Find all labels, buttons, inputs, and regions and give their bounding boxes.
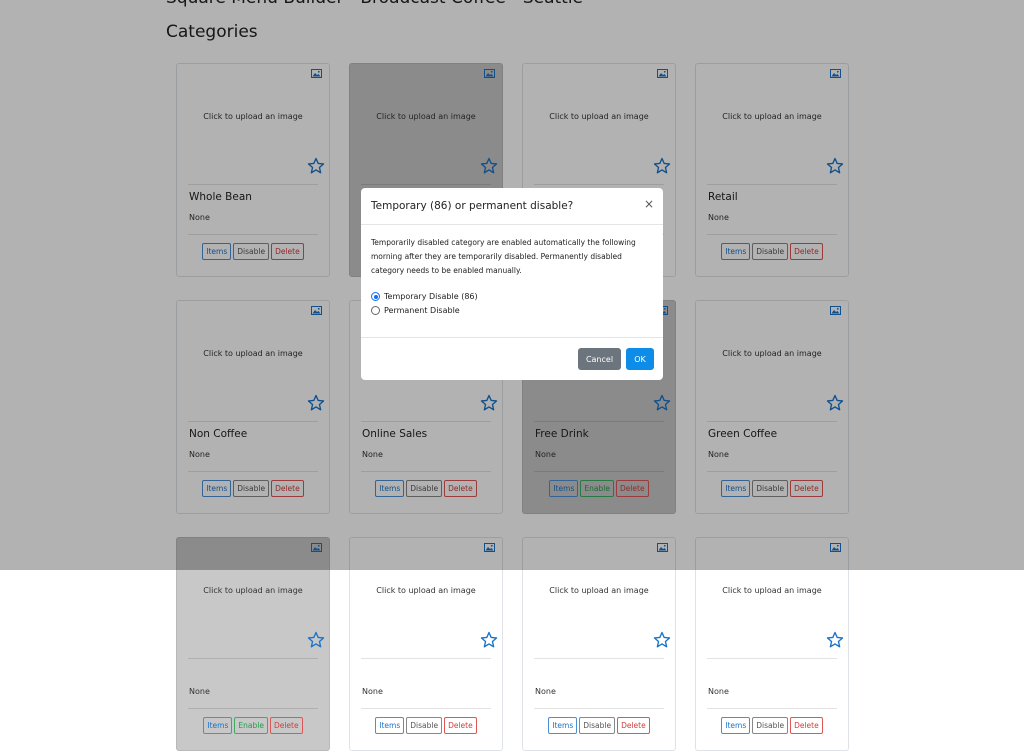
items-button[interactable]: Items [548, 717, 578, 734]
disable-button[interactable]: Disable [579, 717, 616, 734]
card-divider [707, 708, 837, 709]
card-actions: ItemsDisableDelete [350, 717, 502, 734]
enable-button[interactable]: Enable [234, 717, 268, 734]
upload-image-area[interactable]: Click to upload an image [523, 586, 675, 595]
radio-permanent[interactable] [371, 306, 380, 315]
card-divider [188, 658, 318, 659]
dialog-footer-divider [361, 337, 663, 338]
radio-temporary[interactable] [371, 292, 380, 301]
card-divider [707, 658, 837, 659]
delete-button[interactable]: Delete [444, 717, 477, 734]
card-divider [534, 658, 664, 659]
delete-button[interactable]: Delete [269, 717, 303, 734]
category-status: None [535, 687, 556, 696]
option-label: Temporary Disable (86) [384, 292, 478, 301]
option-permanent-disable[interactable]: Permanent Disable [371, 306, 460, 315]
category-status: None [708, 687, 729, 696]
card-actions: ItemsEnableDelete [177, 717, 329, 734]
star-outline-icon[interactable] [480, 631, 498, 649]
star-outline-icon[interactable] [653, 631, 671, 649]
card-divider [361, 708, 491, 709]
ok-button[interactable]: OK [626, 348, 654, 370]
star-outline-icon[interactable] [307, 631, 325, 649]
disable-dialog: Temporary (86) or permanent disable? × T… [361, 188, 663, 380]
items-button[interactable]: Items [721, 717, 751, 734]
cancel-button[interactable]: Cancel [578, 348, 621, 370]
card-divider [188, 708, 318, 709]
close-icon[interactable]: × [644, 197, 654, 211]
delete-button[interactable]: Delete [617, 717, 650, 734]
option-label: Permanent Disable [384, 306, 460, 315]
upload-image-area[interactable]: Click to upload an image [696, 586, 848, 595]
card-actions: ItemsDisableDelete [523, 717, 675, 734]
disable-button[interactable]: Disable [752, 717, 789, 734]
upload-image-area[interactable]: Click to upload an image [177, 586, 329, 595]
category-status: None [189, 687, 210, 696]
category-status: None [362, 687, 383, 696]
upload-image-area[interactable]: Click to upload an image [350, 586, 502, 595]
card-actions: ItemsDisableDelete [696, 717, 848, 734]
dialog-header-divider [361, 224, 663, 225]
dialog-description: Temporarily disabled category are enable… [371, 238, 636, 275]
items-button[interactable]: Items [375, 717, 405, 734]
option-temporary-disable[interactable]: Temporary Disable (86) [371, 292, 478, 301]
card-divider [361, 658, 491, 659]
disable-button[interactable]: Disable [406, 717, 443, 734]
items-button[interactable]: Items [203, 717, 233, 734]
dialog-title: Temporary (86) or permanent disable? [371, 200, 574, 212]
card-divider [534, 708, 664, 709]
delete-button[interactable]: Delete [790, 717, 823, 734]
star-outline-icon[interactable] [826, 631, 844, 649]
